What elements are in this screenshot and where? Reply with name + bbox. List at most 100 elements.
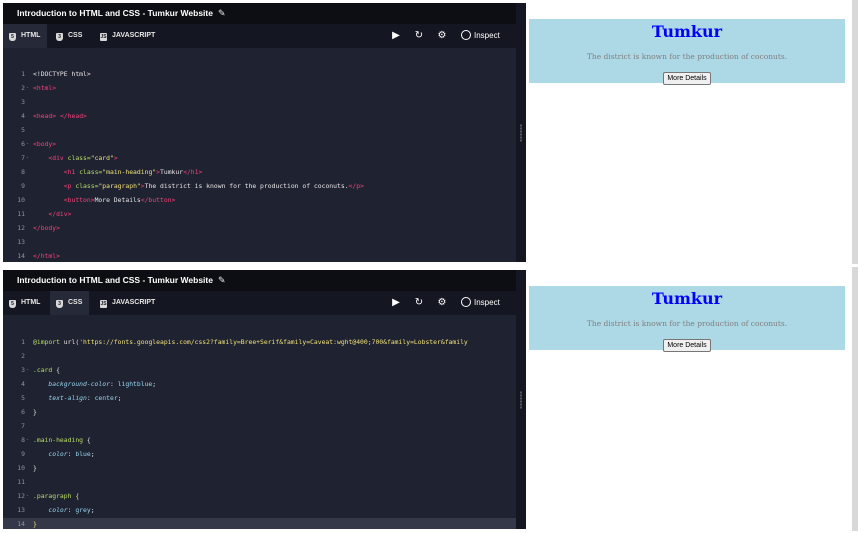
panel-resizer[interactable]: [516, 3, 526, 262]
toggle-circle-icon: [461, 30, 471, 40]
code-text: <p class="paragraph">The district is kno…: [63, 182, 364, 190]
code-line[interactable]: 14}: [3, 518, 516, 529]
code-line[interactable]: 11 </div>: [3, 208, 516, 221]
line-number: 6: [21, 140, 25, 148]
line-number: 2: [21, 84, 25, 92]
code-line[interactable]: 12 </body>: [3, 222, 516, 235]
play-icon[interactable]: ▶: [389, 24, 403, 48]
code-line[interactable]: 12- .paragraph {: [3, 490, 516, 503]
html5-icon: 5: [9, 33, 16, 41]
line-number: 7: [21, 422, 25, 430]
code-text: <button>More Details</button>: [63, 196, 176, 204]
tab-javascript[interactable]: JS JAVASCRIPT: [94, 291, 162, 315]
refresh-icon[interactable]: ↻: [412, 24, 426, 48]
tab-html[interactable]: 5 HTML: [3, 24, 48, 48]
gear-icon[interactable]: ⚙: [435, 291, 449, 315]
edit-pencil-icon[interactable]: ✎: [218, 270, 226, 291]
refresh-icon[interactable]: ↻: [412, 291, 426, 315]
tab-javascript[interactable]: JS JAVASCRIPT: [94, 24, 162, 48]
line-number: 8: [21, 168, 25, 176]
fold-toggle-icon[interactable]: -: [26, 490, 29, 503]
code-line[interactable]: 3- .card {: [3, 364, 516, 377]
code-text: .card {: [33, 366, 60, 374]
javascript-icon: JS: [100, 300, 107, 308]
code-text: .paragraph {: [33, 492, 80, 500]
code-text: text-align: center;: [48, 394, 122, 402]
tab-html[interactable]: 5 HTML: [3, 291, 47, 315]
preview-card: Tumkur The district is known for the pro…: [529, 19, 845, 85]
project-title-bar: Introduction to HTML and CSS - Tumkur We…: [3, 270, 516, 291]
code-line[interactable]: 1 @import url('https://fonts.googleapis.c…: [3, 336, 516, 349]
edit-pencil-icon[interactable]: ✎: [218, 3, 226, 24]
code-text: }: [33, 408, 37, 416]
tab-css[interactable]: 3 CSS: [50, 291, 90, 315]
line-number: 3: [21, 366, 25, 374]
code-line[interactable]: 7- <div class="card">: [3, 152, 516, 165]
tab-bar: 5 HTML 3 CSS JS JAVASCRIPT ▶ ↻ ⚙ Inspect: [3, 24, 516, 48]
code-line[interactable]: 8 <h1 class="main-heading">Tumkur</h1>: [3, 166, 516, 179]
more-details-button[interactable]: More Details: [663, 72, 711, 85]
inspect-toggle[interactable]: Inspect: [461, 291, 500, 315]
code-line[interactable]: 9 <p class="paragraph">The district is k…: [3, 180, 516, 193]
more-details-button[interactable]: More Details: [663, 339, 711, 352]
code-text: <body>: [33, 140, 57, 148]
fold-toggle-icon[interactable]: -: [26, 364, 29, 377]
code-line[interactable]: 5 text-align: center;: [3, 392, 516, 405]
fold-toggle-icon[interactable]: -: [26, 152, 29, 165]
code-text: </html>: [33, 252, 60, 260]
line-number: 7: [21, 154, 25, 162]
play-icon[interactable]: ▶: [389, 291, 403, 315]
line-number: 11: [17, 210, 25, 218]
code-line[interactable]: 9 color: blue;: [3, 448, 516, 461]
preview-heading: Tumkur: [651, 289, 723, 308]
code-line[interactable]: 7: [3, 420, 516, 433]
code-line[interactable]: 4 background-color: lightblue;: [3, 378, 516, 391]
fold-toggle-icon[interactable]: -: [26, 138, 29, 151]
code-line[interactable]: 2- <html>: [3, 82, 516, 95]
drag-handle-icon: [520, 390, 522, 409]
code-line[interactable]: 6- <body>: [3, 138, 516, 151]
code-text: .main-heading {: [33, 436, 91, 444]
code-line[interactable]: 13: [3, 236, 516, 249]
code-line[interactable]: 6}: [3, 406, 516, 419]
code-text: background-color: lightblue;: [48, 380, 157, 388]
code-line[interactable]: 13 color: grey;: [3, 504, 516, 517]
toggle-circle-icon: [461, 297, 471, 307]
line-number: 1: [21, 338, 25, 346]
code-line[interactable]: 8- .main-heading {: [3, 434, 516, 447]
code-line[interactable]: 14 </html>: [3, 250, 516, 262]
preview-card: Tumkur The district is known for the pro…: [529, 286, 845, 352]
project-title-bar: Introduction to HTML and CSS - Tumkur We…: [3, 3, 516, 24]
code-line[interactable]: 1 <!DOCTYPE html>: [3, 68, 516, 81]
code-line[interactable]: 11: [3, 476, 516, 489]
code-line[interactable]: 3: [3, 96, 516, 109]
panel-resizer[interactable]: [516, 270, 526, 529]
code-line[interactable]: 5: [3, 124, 516, 137]
tab-css[interactable]: 3 CSS: [50, 24, 89, 48]
vertical-scrollbar[interactable]: [852, 0, 858, 264]
html5-icon: 5: [9, 300, 16, 308]
code-line[interactable]: 10 <button>More Details</button>: [3, 194, 516, 207]
line-number: 12: [17, 492, 25, 500]
vertical-scrollbar[interactable]: [852, 267, 858, 531]
output-preview: Tumkur The district is known for the pro…: [526, 3, 852, 262]
inspect-toggle[interactable]: Inspect: [461, 24, 500, 48]
line-number: 4: [21, 112, 25, 120]
javascript-icon: JS: [100, 33, 107, 41]
code-line[interactable]: 2: [3, 350, 516, 363]
line-number: 6: [21, 408, 25, 416]
fold-toggle-icon[interactable]: -: [26, 82, 29, 95]
fold-toggle-icon[interactable]: -: [26, 434, 29, 447]
code-text: @import url('https://fonts.googleapis.co…: [33, 338, 468, 346]
line-number: 3: [21, 98, 25, 106]
preview-paragraph: The district is known for the production…: [586, 52, 788, 61]
code-line[interactable]: 10}: [3, 462, 516, 475]
code-line[interactable]: 4 <head> </head>: [3, 110, 516, 123]
line-number: 8: [21, 436, 25, 444]
line-number: 9: [21, 182, 25, 190]
line-number: 14: [17, 252, 25, 260]
line-number: 13: [17, 506, 25, 514]
code-editor: Introduction to HTML and CSS - Tumkur We…: [3, 3, 516, 262]
gear-icon[interactable]: ⚙: [435, 24, 449, 48]
editor-panel-css: Introduction to HTML and CSS - Tumkur We…: [0, 267, 860, 531]
